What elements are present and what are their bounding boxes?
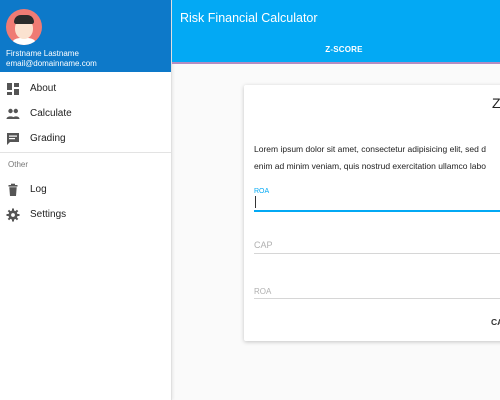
nav-item-calculate[interactable]: Calculate (0, 102, 171, 126)
card-description: Lorem ipsum dolor sit amet, consectetur … (254, 141, 500, 175)
nav-item-label: About (30, 83, 57, 94)
roa-second-input[interactable] (254, 282, 500, 298)
nav-item-settings[interactable]: Settings (0, 203, 171, 227)
app-bar: Risk Financial Calculator Z-SCORE (172, 0, 500, 64)
card-description-line: Lorem ipsum dolor sit amet, consectetur … (254, 144, 486, 154)
text-caret (255, 196, 256, 208)
nav-item-label: Calculate (30, 108, 72, 119)
roa-second-underline (254, 298, 500, 299)
avatar[interactable] (6, 9, 42, 45)
cap-underline (254, 253, 500, 254)
card-title: Z (492, 95, 500, 111)
nav-item-label: Log (30, 184, 47, 195)
app-title: Risk Financial Calculator (180, 11, 318, 25)
drawer-divider (0, 152, 171, 153)
nav-item-label: Settings (30, 209, 67, 220)
drawer-subheader: Other (8, 160, 29, 169)
navigation-drawer: Firstname Lastname email@domainname.com … (0, 0, 172, 400)
nav-item-log[interactable]: Log (0, 178, 171, 202)
trash-icon (8, 183, 18, 196)
calculate-button[interactable]: CA (491, 317, 500, 327)
profile-header: Firstname Lastname email@domainname.com (0, 0, 171, 72)
roa-underline (254, 210, 500, 212)
cap-input[interactable] (254, 237, 500, 253)
nav-item-label: Grading (30, 133, 66, 144)
people-icon (6, 108, 20, 119)
dashboard-icon (7, 83, 19, 95)
roa-input[interactable] (254, 194, 500, 210)
tab-z-score[interactable]: Z-SCORE (292, 40, 396, 60)
profile-email: email@domainname.com (6, 59, 97, 68)
nav-item-grading[interactable]: Grading (0, 127, 171, 151)
tab-indicator (172, 62, 500, 64)
calculator-card: Z Lorem ipsum dolor sit amet, consectetu… (244, 85, 500, 341)
chat-icon (7, 133, 19, 145)
card-description-line: enim ad minim veniam, quis nostrud exerc… (254, 161, 486, 171)
gear-icon (6, 208, 20, 222)
profile-name: Firstname Lastname (6, 49, 79, 58)
nav-item-about[interactable]: About (0, 77, 171, 101)
